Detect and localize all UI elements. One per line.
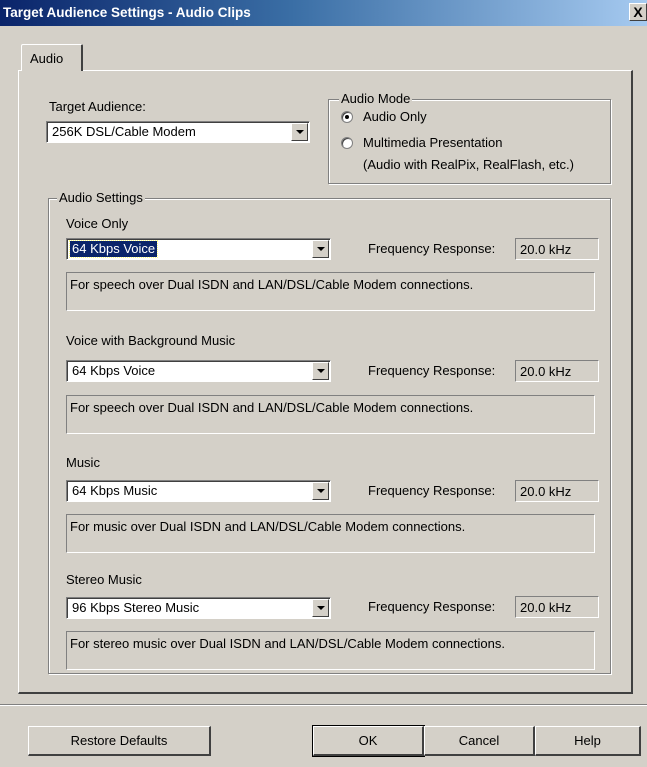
audio-only-label[interactable]: Audio Only — [363, 109, 427, 124]
music-value: 64 Kbps Music — [72, 483, 158, 498]
restore-defaults-button[interactable]: Restore Defaults — [28, 726, 211, 756]
multimedia-presentation-sublabel: (Audio with RealPix, RealFlash, etc.) — [363, 157, 574, 172]
frequency-response-label: Frequency Response: — [368, 363, 496, 378]
multimedia-presentation-label[interactable]: Multimedia Presentation — [363, 135, 502, 150]
audio-mode-label: Audio Mode — [339, 91, 413, 106]
voice-background-music-select[interactable]: 64 Kbps Voice — [66, 360, 331, 382]
voice-background-music-description: For speech over Dual ISDN and LAN/DSL/Ca… — [66, 395, 595, 434]
frequency-response-label: Frequency Response: — [368, 241, 496, 256]
target-audience-select[interactable]: 256K DSL/Cable Modem — [46, 121, 310, 143]
help-button[interactable]: Help — [535, 726, 641, 756]
audio-only-radio[interactable] — [341, 111, 353, 123]
frequency-response-value: 20.0 kHz — [515, 480, 599, 502]
frequency-response-label: Frequency Response: — [368, 483, 496, 498]
chevron-down-icon[interactable] — [312, 599, 329, 617]
stereo-music-label: Stereo Music — [66, 572, 142, 587]
voice-background-music-value: 64 Kbps Voice — [72, 363, 156, 378]
music-label: Music — [66, 455, 100, 470]
chevron-down-icon[interactable] — [291, 123, 308, 141]
title-bar[interactable]: Target Audience Settings - Audio Clips X — [0, 0, 647, 26]
voice-only-description: For speech over Dual ISDN and LAN/DSL/Ca… — [66, 272, 595, 311]
frequency-response-text: 20.0 kHz — [520, 600, 572, 615]
frequency-response-text: 20.0 kHz — [520, 364, 572, 379]
voice-only-select[interactable]: 64 Kbps Voice — [66, 238, 331, 260]
target-audience-value: 256K DSL/Cable Modem — [52, 124, 196, 139]
separator — [0, 704, 647, 706]
multimedia-presentation-radio[interactable] — [341, 137, 353, 149]
voice-background-music-description-text: For speech over Dual ISDN and LAN/DSL/Ca… — [70, 400, 474, 415]
stereo-music-value: 96 Kbps Stereo Music — [72, 600, 200, 615]
voice-only-value: 64 Kbps Voice — [68, 240, 159, 258]
music-description-text: For music over Dual ISDN and LAN/DSL/Cab… — [70, 519, 466, 534]
tab-audio-label: Audio — [30, 51, 64, 66]
music-description: For music over Dual ISDN and LAN/DSL/Cab… — [66, 514, 595, 553]
audio-settings-label: Audio Settings — [57, 190, 145, 205]
voice-only-description-text: For speech over Dual ISDN and LAN/DSL/Ca… — [70, 277, 474, 292]
chevron-down-icon[interactable] — [312, 482, 329, 500]
stereo-music-description: For stereo music over Dual ISDN and LAN/… — [66, 631, 595, 670]
frequency-response-value: 20.0 kHz — [515, 238, 599, 260]
cancel-button[interactable]: Cancel — [424, 726, 535, 756]
stereo-music-description-text: For stereo music over Dual ISDN and LAN/… — [70, 636, 505, 651]
ok-button[interactable]: OK — [312, 725, 425, 757]
chevron-down-icon[interactable] — [312, 362, 329, 380]
chevron-down-icon[interactable] — [312, 240, 329, 258]
close-icon[interactable]: X — [629, 3, 647, 21]
voice-background-music-label: Voice with Background Music — [66, 333, 236, 348]
music-select[interactable]: 64 Kbps Music — [66, 480, 331, 502]
stereo-music-select[interactable]: 96 Kbps Stereo Music — [66, 597, 331, 619]
frequency-response-value: 20.0 kHz — [515, 360, 599, 382]
frequency-response-text: 20.0 kHz — [520, 242, 572, 257]
voice-only-label: Voice Only — [66, 216, 129, 231]
target-audience-label: Target Audience: — [49, 99, 146, 114]
frequency-response-value: 20.0 kHz — [515, 596, 599, 618]
tab-audio[interactable]: Audio — [21, 44, 83, 71]
window-title: Target Audience Settings - Audio Clips — [3, 5, 251, 20]
frequency-response-text: 20.0 kHz — [520, 484, 572, 499]
frequency-response-label: Frequency Response: — [368, 599, 496, 614]
